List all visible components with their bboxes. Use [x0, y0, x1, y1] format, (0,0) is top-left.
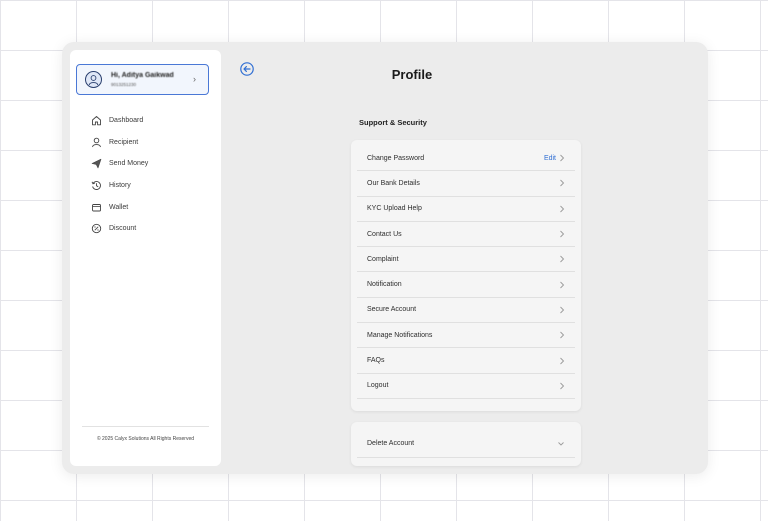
user-phone: 9013251230 [111, 82, 137, 87]
chevron-right-icon [560, 154, 565, 162]
chevron-right-icon: › [193, 74, 196, 84]
chevron-right-icon [560, 256, 565, 263]
menu-item-contact-us[interactable]: Contact Us [357, 222, 575, 248]
sidebar-item-history[interactable]: History [90, 175, 148, 197]
menu-item-change-password[interactable]: Change Password Edit [357, 146, 575, 172]
sidebar-item-label: Wallet [109, 203, 129, 211]
menu-item-label: FAQs [367, 357, 385, 365]
section-title: Support & Security [359, 118, 427, 127]
menu-item-label: KYC Upload Help [367, 205, 422, 213]
page-title: Profile [391, 66, 433, 82]
sidebar-item-wallet[interactable]: Wallet [90, 196, 148, 218]
sidebar-nav: Dashboard Recipient Send Money History W… [90, 110, 148, 240]
menu-item-complaint[interactable]: Complaint [357, 247, 575, 273]
menu-item-logout[interactable]: Logout [357, 374, 575, 399]
avatar-icon [85, 71, 102, 88]
chevron-right-icon [560, 281, 565, 288]
chevron-down-icon [558, 441, 564, 446]
chevron-right-icon [560, 357, 565, 364]
sidebar-item-label: History [109, 182, 131, 190]
chevron-right-icon [560, 205, 565, 213]
menu-item-label: Change Password [367, 154, 425, 162]
menu-item-label: Our Bank Details [367, 179, 420, 187]
sidebar-item-send-money[interactable]: Send Money [90, 153, 148, 175]
sidebar-item-recipient[interactable]: Recipient [90, 132, 148, 154]
sidebar-item-discount[interactable]: Discount [90, 218, 148, 240]
chevron-right-icon [560, 306, 565, 314]
sidebar-item-dashboard[interactable]: Dashboard [90, 110, 148, 132]
back-button[interactable] [240, 62, 254, 76]
menu-item-label: Logout [367, 382, 389, 390]
support-menu-card: Change Password Edit Our Bank Details KY… [351, 140, 581, 411]
edit-link[interactable]: Edit [544, 155, 556, 162]
menu-item-kyc-upload-help[interactable]: KYC Upload Help [357, 197, 575, 222]
wallet-icon [90, 201, 103, 214]
menu-item-manage-notifications[interactable]: Manage Notifications [357, 323, 575, 349]
home-icon [90, 114, 103, 127]
history-icon [90, 179, 103, 192]
send-icon [90, 157, 103, 170]
chevron-right-icon [560, 331, 565, 339]
user-profile-card[interactable]: Hi, Aditya Gaikwad 9013251230 › [76, 64, 209, 95]
menu-item-label: Complaint [367, 255, 399, 263]
user-name: Hi, Aditya Gaikwad [111, 72, 174, 79]
sidebar-item-label: Recipient [109, 138, 139, 146]
arrow-left-icon [240, 62, 254, 76]
sidebar-divider [82, 426, 209, 427]
menu-item-notification[interactable]: Notification [357, 272, 575, 298]
delete-account-label: Delete Account [367, 440, 415, 447]
app-window: Hi, Aditya Gaikwad 9013251230 › Dashboar… [62, 42, 708, 474]
delete-account-card: Delete Account [351, 422, 581, 466]
menu-item-faqs[interactable]: FAQs [357, 348, 575, 374]
sidebar-item-label: Send Money [109, 160, 149, 168]
user-icon [90, 136, 103, 149]
menu-item-label: Manage Notifications [367, 331, 433, 339]
delete-account-button[interactable]: Delete Account [357, 430, 575, 458]
menu-item-label: Contact Us [367, 230, 402, 238]
menu-item-secure-account[interactable]: Secure Account [357, 298, 575, 324]
menu-item-bank-details[interactable]: Our Bank Details [357, 171, 575, 197]
menu-item-label: Secure Account [367, 306, 417, 314]
discount-icon [90, 222, 103, 235]
copyright-text: © 2025 Calyx Solutions All Rights Reserv… [96, 436, 195, 442]
chevron-right-icon [560, 382, 565, 390]
sidebar: Hi, Aditya Gaikwad 9013251230 › Dashboar… [70, 50, 221, 466]
sidebar-item-label: Discount [109, 225, 137, 233]
menu-item-label: Notification [367, 281, 402, 289]
chevron-right-icon [560, 180, 565, 187]
sidebar-item-label: Dashboard [109, 117, 144, 125]
chevron-right-icon [560, 230, 565, 238]
